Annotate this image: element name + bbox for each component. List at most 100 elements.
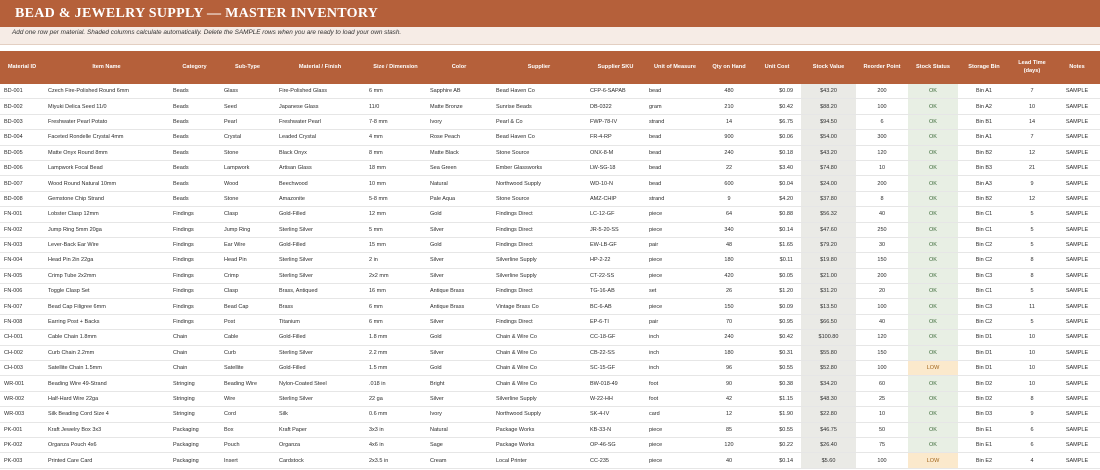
cell-supplier[interactable]: Stone Source [492, 191, 586, 208]
cell-supplier[interactable]: Stone Source [492, 145, 586, 161]
cell-stock-status[interactable]: OK [908, 252, 958, 269]
cell-material-id[interactable]: BD-003 [0, 114, 44, 131]
cell-stock-status[interactable]: OK [908, 314, 958, 331]
cell-notes[interactable]: SAMPLE [1054, 452, 1100, 469]
cell-category[interactable]: Stringing [169, 406, 220, 423]
cell-supplier-sku[interactable]: BW-018-49 [586, 375, 645, 392]
cell-category[interactable]: Stringing [169, 391, 220, 408]
cell-unit-cost[interactable]: $3.40 [753, 160, 801, 177]
cell-storage-bin[interactable]: Bin A3 [958, 175, 1010, 192]
cell-lead-time-days[interactable]: 9 [1010, 406, 1054, 423]
cell-notes[interactable]: SAMPLE [1054, 391, 1100, 408]
cell-material-id[interactable]: WR-003 [0, 406, 44, 423]
cell-color[interactable]: Natural [426, 422, 492, 438]
cell-material-id[interactable]: BD-008 [0, 191, 44, 208]
cell-reorder-point[interactable]: 30 [856, 237, 908, 254]
cell-supplier-sku[interactable]: CT-22-SS [586, 268, 645, 285]
column-header-sub-type[interactable]: Sub-Type [220, 51, 275, 84]
cell-size-dimension[interactable]: 6 mm [365, 298, 426, 315]
cell-color[interactable]: Silver [426, 345, 492, 362]
cell-storage-bin[interactable]: Bin C1 [958, 206, 1010, 223]
cell-category[interactable]: Chain [169, 329, 220, 346]
cell-category[interactable]: Beads [169, 114, 220, 131]
cell-qty-on-hand[interactable]: 210 [705, 98, 753, 115]
cell-stock-status[interactable]: OK [908, 84, 958, 100]
cell-color[interactable]: Antique Brass [426, 298, 492, 315]
cell-size-dimension[interactable]: 6 mm [365, 84, 426, 100]
cell-item-name[interactable]: Gemstone Chip Strand [44, 191, 169, 208]
cell-sub-type[interactable]: Pearl [220, 114, 275, 131]
cell-lead-time-days[interactable]: 5 [1010, 283, 1054, 300]
cell-supplier-sku[interactable]: FR-4-RP [586, 129, 645, 146]
cell-color[interactable]: Matte Black [426, 145, 492, 161]
cell-color[interactable]: Ivory [426, 114, 492, 131]
cell-stock-status[interactable]: OK [908, 175, 958, 192]
cell-storage-bin[interactable]: Bin E1 [958, 437, 1010, 454]
cell-unit-cost[interactable]: $0.14 [753, 452, 801, 469]
cell-size-dimension[interactable]: 0.6 mm [365, 406, 426, 423]
cell-lead-time-days[interactable]: 10 [1010, 360, 1054, 377]
cell-item-name[interactable]: Freshwater Pearl Potato [44, 114, 169, 131]
cell-material-id[interactable]: BD-005 [0, 145, 44, 161]
cell-reorder-point[interactable]: 100 [856, 452, 908, 469]
column-header-size-dimension[interactable]: Size / Dimension [365, 51, 426, 84]
cell-color[interactable]: Bright [426, 375, 492, 392]
cell-stock-status[interactable]: OK [908, 237, 958, 254]
cell-stock-value[interactable]: $34.20 [801, 375, 856, 392]
cell-color[interactable]: Sapphire AB [426, 84, 492, 100]
cell-color[interactable]: Matte Bronze [426, 98, 492, 115]
cell-stock-value[interactable]: $52.80 [801, 360, 856, 377]
cell-unit-of-measure[interactable]: foot [645, 391, 705, 408]
cell-notes[interactable]: SAMPLE [1054, 329, 1100, 346]
cell-unit-of-measure[interactable]: inch [645, 345, 705, 362]
cell-lead-time-days[interactable]: 10 [1010, 98, 1054, 115]
cell-reorder-point[interactable]: 150 [856, 252, 908, 269]
cell-qty-on-hand[interactable]: 180 [705, 252, 753, 269]
cell-size-dimension[interactable]: 6 mm [365, 314, 426, 331]
cell-lead-time-days[interactable]: 7 [1010, 84, 1054, 100]
cell-sub-type[interactable]: Insert [220, 452, 275, 469]
cell-qty-on-hand[interactable]: 340 [705, 222, 753, 238]
cell-qty-on-hand[interactable]: 180 [705, 345, 753, 362]
cell-stock-value[interactable]: $37.80 [801, 191, 856, 208]
cell-stock-status[interactable]: OK [908, 298, 958, 315]
cell-qty-on-hand[interactable]: 90 [705, 375, 753, 392]
cell-unit-of-measure[interactable]: piece [645, 222, 705, 238]
cell-material-finish[interactable]: Black Onyx [275, 145, 365, 161]
cell-item-name[interactable]: Crimp Tube 2x2mm [44, 268, 169, 285]
cell-material-finish[interactable]: Sterling Silver [275, 252, 365, 269]
cell-stock-value[interactable]: $55.80 [801, 345, 856, 362]
cell-category[interactable]: Beads [169, 98, 220, 115]
cell-material-id[interactable]: BD-004 [0, 129, 44, 146]
cell-item-name[interactable]: Matte Onyx Round 8mm [44, 145, 169, 161]
cell-stock-value[interactable]: $31.20 [801, 283, 856, 300]
cell-category[interactable]: Packaging [169, 437, 220, 454]
cell-unit-of-measure[interactable]: piece [645, 252, 705, 269]
cell-stock-status[interactable]: OK [908, 283, 958, 300]
cell-size-dimension[interactable]: 10 mm [365, 175, 426, 192]
cell-category[interactable]: Findings [169, 252, 220, 269]
cell-size-dimension[interactable]: 12 mm [365, 206, 426, 223]
cell-unit-of-measure[interactable]: inch [645, 360, 705, 377]
cell-qty-on-hand[interactable]: 480 [705, 84, 753, 100]
column-header-lead-time-days[interactable]: Lead Time (days) [1010, 51, 1054, 84]
cell-category[interactable]: Beads [169, 84, 220, 100]
cell-material-finish[interactable]: Brass, Antiqued [275, 283, 365, 300]
cell-stock-value[interactable]: $48.30 [801, 391, 856, 408]
cell-notes[interactable]: SAMPLE [1054, 98, 1100, 115]
cell-qty-on-hand[interactable]: 40 [705, 452, 753, 469]
cell-color[interactable]: Cream [426, 452, 492, 469]
cell-storage-bin[interactable]: Bin D1 [958, 345, 1010, 362]
cell-supplier-sku[interactable]: CC-18-GF [586, 329, 645, 346]
cell-stock-status[interactable]: OK [908, 268, 958, 285]
cell-size-dimension[interactable]: 2x3.5 in [365, 452, 426, 469]
cell-sub-type[interactable]: Head Pin [220, 252, 275, 269]
cell-unit-cost[interactable]: $1.20 [753, 283, 801, 300]
cell-supplier-sku[interactable]: CFP-6-SAPAB [586, 84, 645, 100]
cell-item-name[interactable]: Lobster Clasp 12mm [44, 206, 169, 223]
cell-reorder-point[interactable]: 75 [856, 437, 908, 454]
column-header-reorder-point[interactable]: Reorder Point [856, 51, 908, 84]
cell-notes[interactable]: SAMPLE [1054, 375, 1100, 392]
cell-material-id[interactable]: CH-001 [0, 329, 44, 346]
cell-item-name[interactable]: Czech Fire-Polished Round 6mm [44, 84, 169, 100]
